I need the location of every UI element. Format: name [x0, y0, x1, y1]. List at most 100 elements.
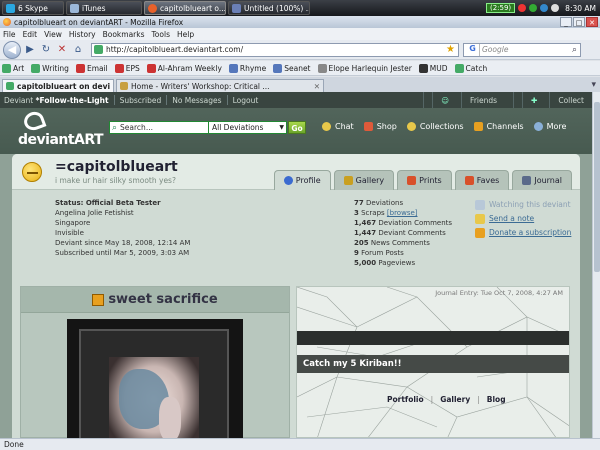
tab-journal[interactable]: Journal — [512, 170, 572, 190]
minimize-button[interactable]: _ — [560, 17, 572, 27]
featured-deviation-panel: sweet sacrifice — [20, 286, 290, 438]
bookmark-label: Al-Ahram Weekly — [157, 63, 222, 73]
nav-shop[interactable]: Shop — [363, 122, 397, 131]
bookmark-label: Elope Harlequin Jester — [328, 63, 412, 73]
taskbar-item-skype[interactable]: 6 Skype — [2, 1, 64, 15]
journal-link-blog[interactable]: Blog — [487, 395, 506, 404]
taskbar-item-itunes[interactable]: iTunes — [66, 1, 142, 15]
watching-link[interactable]: Watching this deviant — [475, 198, 571, 212]
subscribed-link[interactable]: Subscribed — [120, 96, 162, 105]
bookmark-rhyme[interactable]: Rhyme — [228, 63, 266, 73]
scrollbar-thumb[interactable] — [594, 102, 600, 272]
da-search-go-button[interactable]: Go — [288, 121, 306, 134]
bookmark-eps[interactable]: EPS — [114, 63, 140, 73]
da-search-input[interactable]: ⌕ Search... — [109, 121, 209, 134]
menu-tools[interactable]: Tools — [152, 30, 170, 39]
nav-chat[interactable]: Chat — [322, 122, 354, 131]
menu-bookmarks[interactable]: Bookmarks — [103, 30, 145, 39]
bookmark-elope[interactable]: Elope Harlequin Jester — [317, 63, 412, 73]
menu-file[interactable]: File — [3, 30, 16, 39]
friends-menu[interactable]: ☺ Friends — [423, 92, 513, 108]
bookmark-catch[interactable]: Catch — [454, 63, 487, 73]
profile-username[interactable]: =capitolblueart — [55, 159, 178, 175]
deviant-greeting[interactable]: Deviant *Follow-the-Light — [4, 96, 109, 105]
stop-button[interactable]: ✕ — [55, 43, 69, 57]
back-button[interactable]: ◀ — [3, 40, 21, 59]
bookmark-email[interactable]: Email — [75, 63, 108, 73]
search-input[interactable]: Google — [482, 45, 572, 54]
logout-link[interactable]: Logout — [233, 96, 259, 105]
stat-row[interactable]: 77 Deviations — [354, 198, 452, 208]
bookmark-al-ahram[interactable]: Al-Ahram Weekly — [146, 63, 222, 73]
search-icon[interactable]: ⌕ — [572, 45, 577, 55]
tab-profile[interactable]: Profile — [273, 170, 331, 190]
send-note-link[interactable]: Send a note — [475, 212, 571, 226]
close-button[interactable]: ✕ — [586, 17, 598, 27]
note-icon — [475, 214, 485, 224]
nav-more[interactable]: More — [533, 122, 566, 131]
stat-label: Deviation Comments — [378, 219, 453, 227]
tray-icon-4[interactable] — [551, 4, 560, 12]
menu-view[interactable]: View — [44, 30, 62, 39]
collect-menu[interactable]: ✚ Collect — [513, 92, 600, 108]
deviant-name[interactable]: *Follow-the-Light — [36, 96, 109, 105]
taskbar-item-photoshop[interactable]: Untitled (100%) ... — [228, 1, 310, 15]
menu-help[interactable]: Help — [177, 30, 194, 39]
tab-faves[interactable]: Faves — [454, 170, 510, 190]
page-scrollbar[interactable] — [592, 92, 600, 438]
divider — [226, 95, 228, 105]
featured-artwork[interactable] — [67, 319, 243, 438]
all-tabs-icon[interactable]: ▾ — [591, 80, 596, 90]
da-search-scope-select[interactable]: All Deviations ▼ — [209, 121, 287, 134]
forward-button[interactable]: ▶ — [23, 43, 37, 57]
tray-badge[interactable]: (2:59) — [485, 3, 516, 13]
maximize-button[interactable]: □ — [573, 17, 585, 27]
search-bar[interactable]: G Google ⌕ — [463, 42, 581, 57]
tab-writers-workshop[interactable]: Home - Writers' Workshop: Critical ... ✕ — [116, 79, 324, 92]
clock[interactable]: 8:30 AM — [565, 4, 596, 13]
skype-icon — [6, 3, 15, 13]
stat-row[interactable]: 3 Scraps [browse] — [354, 208, 452, 218]
menu-history[interactable]: History — [69, 30, 96, 39]
profile-tagline: i make ur hair silky smooth yes? — [55, 176, 176, 185]
menu-edit[interactable]: Edit — [23, 30, 38, 39]
tab-gallery[interactable]: Gallery — [333, 170, 395, 190]
page-favicon — [120, 82, 128, 90]
journal-link-portfolio[interactable]: Portfolio — [387, 395, 424, 404]
browse-scraps-link[interactable]: [browse] — [387, 209, 418, 217]
reload-button[interactable]: ↻ — [39, 43, 53, 57]
tray-icon-1[interactable] — [518, 4, 527, 12]
messages-link[interactable]: No Messages — [172, 96, 221, 105]
close-tab-icon[interactable]: ✕ — [314, 82, 320, 91]
donate-subscription-link[interactable]: Donate a subscription — [475, 226, 571, 240]
nav-collections[interactable]: Collections — [406, 122, 464, 131]
tab-deviantart[interactable]: capitolblueart on deviantART — [2, 79, 114, 92]
journal-title[interactable]: Catch my 5 Kiriban!! — [297, 355, 569, 373]
chevron-down-icon: ▼ — [279, 124, 284, 131]
star-icon — [406, 122, 416, 131]
home-button[interactable]: ⌂ — [71, 43, 85, 57]
url-bar[interactable]: http://capitolblueart.deviantart.com/ ★ — [91, 42, 459, 57]
bookmark-star-icon[interactable]: ★ — [446, 44, 455, 55]
nav-channels[interactable]: Channels — [473, 122, 524, 131]
avatar[interactable] — [22, 162, 42, 182]
tab-label: Profile — [295, 176, 321, 185]
prints-icon — [407, 176, 417, 185]
bookmark-writing[interactable]: Writing — [31, 63, 69, 73]
deviantart-logo[interactable]: deviantART — [18, 109, 104, 150]
taskbar-item-firefox[interactable]: capitolblueart o... — [144, 1, 226, 15]
tab-prints[interactable]: Prints — [397, 170, 452, 190]
bookmark-seanet[interactable]: Seanet — [273, 63, 311, 73]
bookmarks-toolbar: Art Writing Email EPS Al-Ahram Weekly Rh… — [0, 61, 600, 76]
da-search-form: ⌕ Search... All Deviations ▼ Go — [109, 121, 306, 134]
tray-icon-2[interactable] — [529, 4, 538, 12]
journal-link-gallery[interactable]: Gallery — [440, 395, 470, 404]
tray-icon-3[interactable] — [540, 4, 549, 12]
url-text[interactable]: http://capitolblueart.deviantart.com/ — [106, 45, 446, 54]
bookmark-mud[interactable]: MUD — [418, 63, 448, 73]
profile-stats: 77 Deviations 3 Scraps [browse] 1,467 De… — [354, 198, 452, 268]
featured-title[interactable]: sweet sacrifice — [108, 292, 217, 307]
bookmark-art[interactable]: Art — [2, 63, 24, 73]
google-engine-icon[interactable]: G — [466, 43, 480, 56]
stat-row: 5,000 Pageviews — [354, 258, 452, 268]
